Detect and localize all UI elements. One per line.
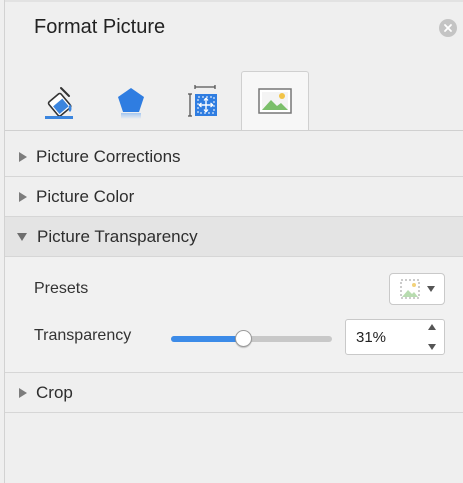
presets-label: Presets (34, 280, 89, 297)
tab-size-properties[interactable] (181, 77, 229, 127)
slider-thumb[interactable] (235, 330, 252, 347)
tab-picture[interactable] (241, 71, 309, 130)
expand-triangle-icon (19, 151, 27, 162)
transparency-spinbox[interactable]: 31% (345, 319, 445, 355)
top-divider (5, 0, 463, 2)
section-label: Crop (36, 382, 73, 402)
format-picture-pane: Format Picture Picture Corrections Pictu… (4, 0, 463, 483)
transparency-presets-icon (400, 279, 420, 299)
collapse-triangle-icon (17, 232, 27, 241)
transparency-content: Presets Transparency 31% (5, 257, 463, 373)
picture-icon (258, 88, 292, 114)
tab-fill-line[interactable] (35, 77, 83, 127)
transparency-label: Transparency (34, 327, 132, 344)
expand-triangle-icon (19, 387, 27, 398)
close-button[interactable] (439, 19, 457, 37)
tab-effects[interactable] (107, 77, 155, 127)
tab-bar-divider (5, 130, 463, 131)
section-crop[interactable]: Crop (5, 373, 463, 413)
section-picture-corrections[interactable]: Picture Corrections (5, 137, 463, 177)
tab-bar (5, 71, 463, 130)
pane-title: Format Picture (34, 16, 166, 38)
presets-dropdown-button[interactable] (389, 273, 445, 305)
section-picture-transparency[interactable]: Picture Transparency (5, 217, 463, 257)
slider-fill (171, 336, 243, 342)
transparency-value[interactable]: 31% (356, 329, 386, 346)
section-label: Picture Corrections (36, 146, 181, 166)
spin-arrows[interactable] (426, 324, 438, 350)
effects-pentagon-icon (118, 88, 144, 119)
close-icon (444, 24, 452, 32)
expand-triangle-icon (19, 191, 27, 202)
chevron-down-icon (427, 286, 435, 292)
section-label: Picture Transparency (37, 226, 198, 246)
decrement-arrow-icon[interactable] (428, 344, 436, 350)
increment-arrow-icon[interactable] (428, 324, 436, 330)
transparency-slider[interactable] (171, 330, 332, 347)
section-picture-color[interactable]: Picture Color (5, 177, 463, 217)
size-properties-icon (188, 85, 217, 117)
section-label: Picture Color (36, 186, 135, 206)
fill-line-icon (45, 87, 73, 119)
